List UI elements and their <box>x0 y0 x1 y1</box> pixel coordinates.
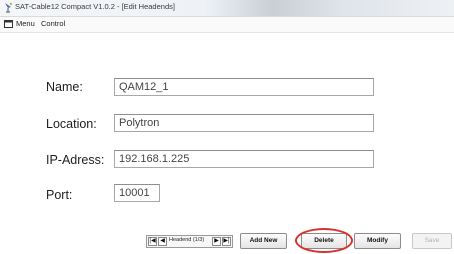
port-label: Port: <box>46 188 73 202</box>
ip-address-field[interactable]: 192.168.1.225 <box>114 150 374 168</box>
menu-item-control[interactable]: Control <box>41 19 65 28</box>
last-record-button[interactable]: ▶| <box>222 237 231 246</box>
menu-item-menu[interactable]: Menu <box>16 19 35 28</box>
first-record-button[interactable]: |◀ <box>148 237 157 246</box>
window-title: SAT-Cable12 Compact V1.0.2 - [Edit Heade… <box>15 2 175 11</box>
window-menu-icon[interactable] <box>4 20 13 28</box>
satellite-app-icon <box>5 2 13 13</box>
highlight-circle <box>295 228 353 253</box>
add-new-button[interactable]: Add New <box>240 233 287 249</box>
record-position-label: Headend (1/3) <box>169 237 205 243</box>
port-field[interactable]: 10001 <box>114 184 160 202</box>
menu-bar: Menu Control <box>0 17 454 33</box>
location-field[interactable]: Polytron <box>114 114 374 132</box>
ip-address-label: IP-Adress: <box>46 153 105 167</box>
next-record-button[interactable]: ▶ <box>212 237 221 246</box>
previous-record-button[interactable]: ◀ <box>158 237 167 246</box>
name-field[interactable]: QAM12_1 <box>114 78 374 96</box>
record-navigator: |◀ ◀ Headend (1/3) ▶ ▶| <box>146 235 233 248</box>
location-label: Location: <box>46 117 97 131</box>
modify-button[interactable]: Modify <box>354 233 401 249</box>
title-bar: SAT-Cable12 Compact V1.0.2 - [Edit Heade… <box>0 0 454 17</box>
name-label: Name: <box>46 80 83 94</box>
save-button[interactable]: Save <box>412 233 452 249</box>
